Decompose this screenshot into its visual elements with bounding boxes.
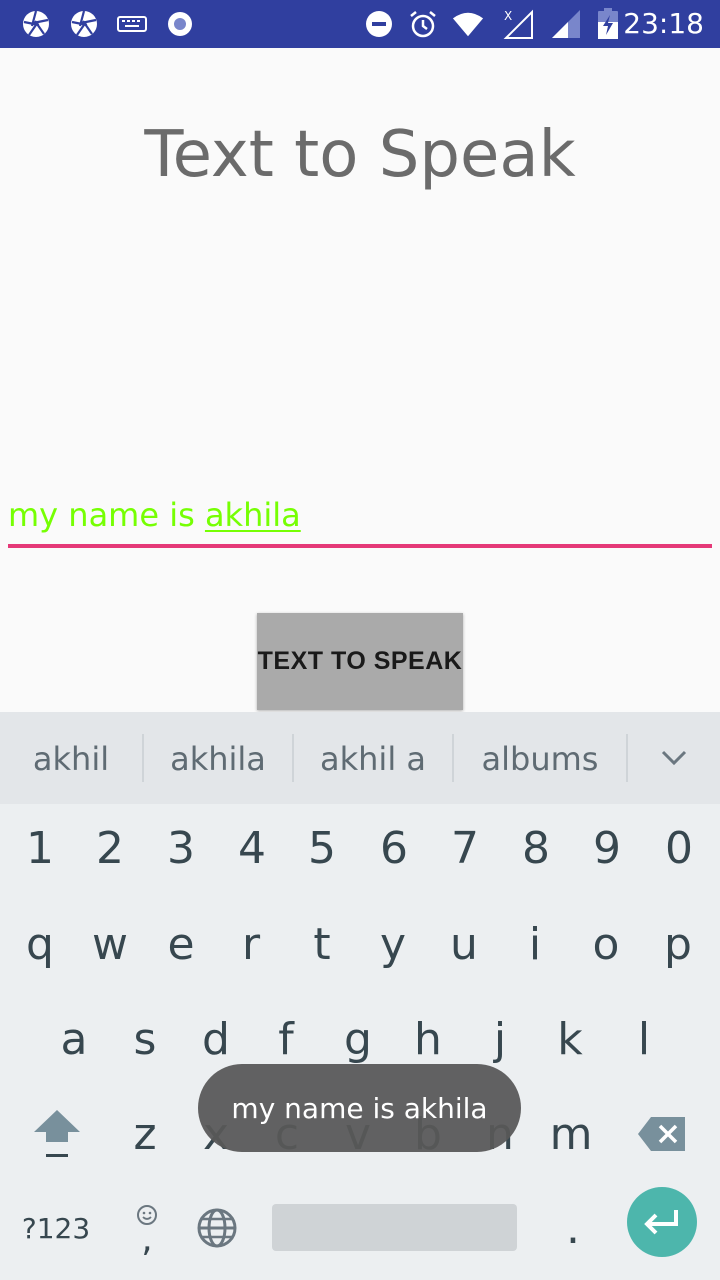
key-p[interactable]: p <box>643 896 713 992</box>
key-o[interactable]: o <box>571 896 641 992</box>
text-input[interactable]: my name is akhila <box>8 496 712 552</box>
chevron-down-icon[interactable] <box>628 712 720 804</box>
key-w[interactable]: w <box>75 896 145 992</box>
key-m[interactable]: m <box>536 1086 606 1182</box>
suggestion-item[interactable]: akhil a <box>294 712 452 804</box>
do-not-disturb-icon <box>363 8 395 40</box>
record-icon <box>164 8 196 40</box>
svg-text:X: X <box>504 9 512 23</box>
key-u[interactable]: u <box>429 896 499 992</box>
comma-key[interactable]: , <box>112 1180 182 1276</box>
page-title: Text to Speak <box>144 118 576 192</box>
text-to-speak-button[interactable]: TEXT TO SPEAK <box>257 613 463 710</box>
key-0[interactable]: 0 <box>644 800 714 896</box>
key-l[interactable]: l <box>609 991 679 1087</box>
key-6[interactable]: 6 <box>359 800 429 896</box>
key-i[interactable]: i <box>500 896 570 992</box>
key-y[interactable]: y <box>358 896 428 992</box>
key-8[interactable]: 8 <box>501 800 571 896</box>
suggestion-item[interactable]: akhil <box>0 712 142 804</box>
key-2[interactable]: 2 <box>75 800 145 896</box>
aperture-icon <box>20 8 52 40</box>
suggestion-item[interactable]: albums <box>454 712 626 804</box>
comma-label: , <box>141 1219 153 1260</box>
enter-key[interactable] <box>627 1187 697 1257</box>
suggestion-item[interactable]: akhila <box>144 712 292 804</box>
input-plain-text: my name is <box>8 496 205 534</box>
input-value[interactable]: my name is akhila <box>8 496 301 534</box>
wifi-icon <box>452 8 484 40</box>
space-bar[interactable] <box>272 1204 517 1251</box>
key-k[interactable]: k <box>535 991 605 1087</box>
status-bar: X 23:18 <box>0 0 720 48</box>
key-7[interactable]: 7 <box>430 800 500 896</box>
composing-word: akhila <box>204 496 301 534</box>
aperture-icon <box>68 8 100 40</box>
no-data-signal-icon: X <box>502 8 534 40</box>
symbols-key[interactable]: ?123 <box>14 1180 98 1276</box>
globe-icon[interactable] <box>182 1180 252 1276</box>
key-1[interactable]: 1 <box>5 800 75 896</box>
toast-message: my name is akhila <box>198 1064 521 1152</box>
clock: 23:18 <box>623 7 704 40</box>
key-9[interactable]: 9 <box>572 800 642 896</box>
key-a[interactable]: a <box>39 991 109 1087</box>
period-key[interactable]: . <box>538 1180 608 1276</box>
key-4[interactable]: 4 <box>217 800 287 896</box>
input-underline <box>8 544 712 548</box>
soft-keyboard: akhil akhila akhil a albums 1 2 3 4 5 6 … <box>0 712 720 1280</box>
keyboard-icon <box>116 8 148 40</box>
key-5[interactable]: 5 <box>287 800 357 896</box>
key-s[interactable]: s <box>110 991 180 1087</box>
suggestion-strip: akhil akhila akhil a albums <box>0 712 720 804</box>
backspace-key[interactable] <box>627 1086 697 1182</box>
key-3[interactable]: 3 <box>146 800 216 896</box>
key-z[interactable]: z <box>110 1086 180 1182</box>
alarm-icon <box>407 8 439 40</box>
key-q[interactable]: q <box>5 896 75 992</box>
key-t[interactable]: t <box>287 896 357 992</box>
key-e[interactable]: e <box>146 896 216 992</box>
key-r[interactable]: r <box>216 896 286 992</box>
shift-key[interactable] <box>22 1086 92 1182</box>
signal-icon <box>550 8 582 40</box>
battery-charging-icon <box>592 8 624 40</box>
enter-icon <box>644 1210 678 1235</box>
